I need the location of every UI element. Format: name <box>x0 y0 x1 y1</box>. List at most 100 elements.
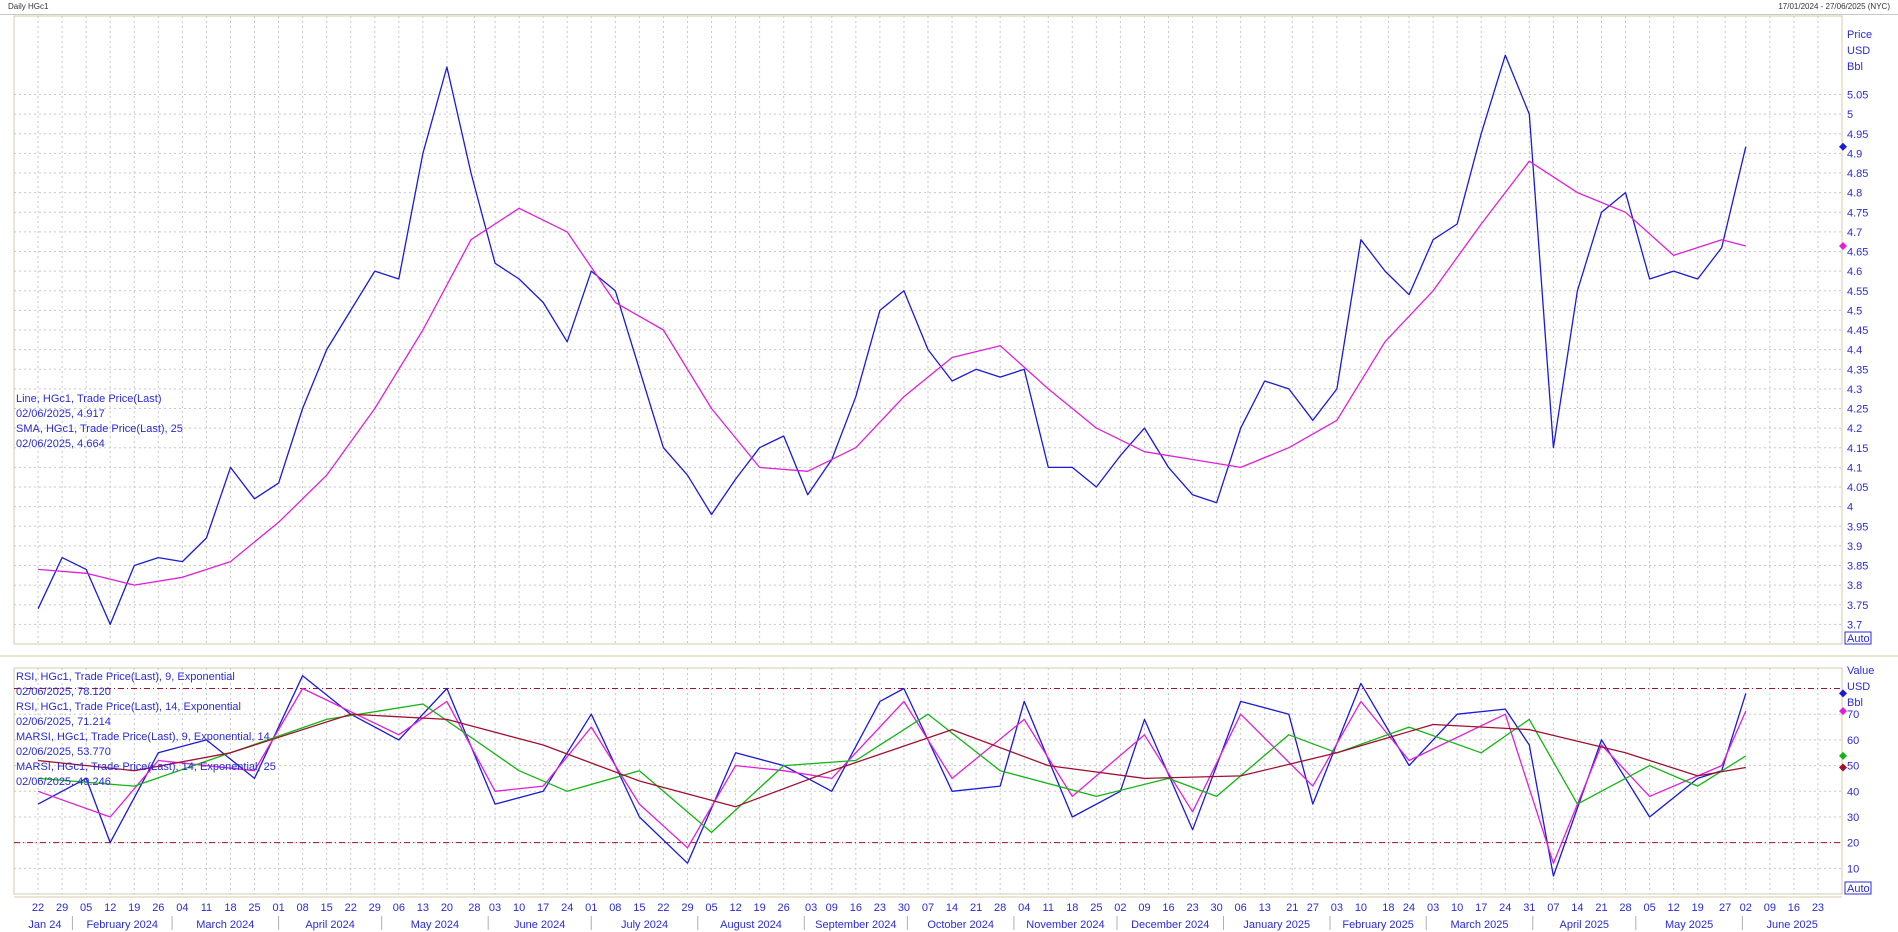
x-tick-label: 05 <box>80 902 92 914</box>
y-tick-label: 60 <box>1847 735 1859 747</box>
x-tick-label: 17 <box>537 902 549 914</box>
y-tick-label: 4.45 <box>1847 325 1868 337</box>
x-tick-label: 09 <box>826 902 838 914</box>
x-tick-label: 18 <box>224 902 236 914</box>
x-tick-label: 18 <box>1066 902 1078 914</box>
last-value-marker <box>1839 689 1847 698</box>
x-month-label: March 2025 <box>1450 919 1508 931</box>
y-tick-label: 10 <box>1847 863 1859 875</box>
x-tick-label: 18 <box>1382 902 1394 914</box>
last-value-marker <box>1839 763 1847 772</box>
x-tick-label: 21 <box>1595 902 1607 914</box>
window-title-bar: Daily HGc1 17/01/2024 - 27/06/2025 (NYC) <box>0 0 1898 15</box>
x-tick-label: 08 <box>609 902 621 914</box>
x-tick-label: 25 <box>1090 902 1102 914</box>
x-tick-label: 27 <box>1719 902 1731 914</box>
x-month-label: November 2024 <box>1026 919 1104 931</box>
y-tick-label: 4.15 <box>1847 443 1868 455</box>
x-tick-label: 01 <box>272 902 284 914</box>
y-tick-label: 3.85 <box>1847 561 1868 573</box>
x-tick-label: 21 <box>970 902 982 914</box>
y-tick-label: 4.9 <box>1847 148 1862 160</box>
axis-unit-label: Bbl <box>1847 61 1863 73</box>
legend-last-value: 02/06/2025, 4.664 <box>16 438 105 450</box>
x-tick-label: 22 <box>345 902 357 914</box>
axis-unit-label: USD <box>1847 681 1870 693</box>
auto-scale-label: Auto <box>1847 633 1870 645</box>
y-tick-label: 50 <box>1847 761 1859 773</box>
y-tick-label: 4.95 <box>1847 129 1868 141</box>
y-tick-label: 4.75 <box>1847 207 1868 219</box>
x-tick-label: 06 <box>393 902 405 914</box>
x-tick-label: 02 <box>1740 902 1752 914</box>
legend-last-value: 02/06/2025, 49.246 <box>16 776 111 788</box>
series-line <box>38 703 1747 834</box>
x-tick-label: 10 <box>513 902 525 914</box>
x-tick-label: 04 <box>1018 902 1030 914</box>
x-month-label: May 2024 <box>411 919 459 931</box>
legend-last-value: 02/06/2025, 71.214 <box>16 716 111 728</box>
x-tick-label: 29 <box>56 902 68 914</box>
legend: Line, HGc1, Trade Price(Last) 02/06/2025,… <box>16 393 276 788</box>
x-tick-label: 15 <box>633 902 645 914</box>
legend-series-name: MARSI, HGc1, Trade Price(Last), 9, Expon… <box>16 731 270 743</box>
y-tick-label: 40 <box>1847 786 1859 798</box>
x-tick-label: 07 <box>1547 902 1559 914</box>
chart-area[interactable]: 3.7 3.75 3.8 3.85 3.9 3.95 4 4.05 4.1 4.15 4.2 4.25… <box>0 14 1898 932</box>
axis-unit-label: USD <box>1847 45 1870 57</box>
y-tick-label: 4.5 <box>1847 305 1862 317</box>
x-tick-label: 12 <box>729 902 741 914</box>
x-month-label: April 2025 <box>1560 919 1610 931</box>
y-tick-label: 4.2 <box>1847 423 1862 435</box>
legend-series-name: MARSI, HGc1, Trade Price(Last), 14, Expo… <box>16 761 276 773</box>
legend-series-name: RSI, HGc1, Trade Price(Last), 9, Exponen… <box>16 671 235 683</box>
x-tick-label: 30 <box>1211 902 1223 914</box>
series-line <box>37 54 1747 626</box>
y-tick-label: 3.7 <box>1847 619 1862 631</box>
y-tick-label: 4.55 <box>1847 286 1868 298</box>
series-line <box>38 160 1746 586</box>
x-tick-label: 14 <box>946 902 958 914</box>
x-tick-label: 05 <box>1643 902 1655 914</box>
y-tick-label: 4.85 <box>1847 168 1868 180</box>
x-month-label: June 2024 <box>514 919 565 931</box>
x-month-label: September 2024 <box>815 919 896 931</box>
x-tick-label: 03 <box>489 902 501 914</box>
x-tick-label: 30 <box>898 902 910 914</box>
x-tick-label: 16 <box>1162 902 1174 914</box>
y-tick-label: 3.75 <box>1847 600 1868 612</box>
y-tick-label: 20 <box>1847 838 1859 850</box>
x-tick-label: 03 <box>1427 902 1439 914</box>
oscillator-panel-frame <box>13 667 1843 895</box>
panel-frames <box>0 15 1898 895</box>
x-tick-label: 10 <box>1451 902 1463 914</box>
x-month-label: December 2024 <box>1131 919 1209 931</box>
x-tick-label: 10 <box>1355 902 1367 914</box>
series-line <box>38 713 1746 808</box>
x-tick-label: 28 <box>994 902 1006 914</box>
x-tick-label: 03 <box>805 902 817 914</box>
last-value-markers <box>1839 142 1847 772</box>
x-tick-label: 02 <box>1114 902 1126 914</box>
x-tick-label: 24 <box>1499 902 1511 914</box>
x-tick-label: 19 <box>128 902 140 914</box>
axis-unit-label: Bbl <box>1847 697 1863 709</box>
legend-last-value: 02/06/2025, 4.917 <box>16 408 105 420</box>
auto-scale-label: Auto <box>1847 883 1870 895</box>
x-tick-label: 23 <box>1186 902 1198 914</box>
x-month-label: August 2024 <box>720 919 782 931</box>
date-range: 17/01/2024 - 27/06/2025 (NYC) <box>1778 2 1890 11</box>
x-tick-label: 03 <box>1331 902 1343 914</box>
y-tick-label: 3.95 <box>1847 521 1868 533</box>
y-tick-label: 4.25 <box>1847 404 1868 416</box>
x-month-label: May 2025 <box>1665 919 1713 931</box>
price-panel-frame <box>13 15 1843 645</box>
x-month-label: April 2024 <box>305 919 355 931</box>
legend-last-value: 02/06/2025, 53.770 <box>16 746 111 758</box>
y-tick-label: 4.05 <box>1847 482 1868 494</box>
x-axis: 22 29 05 12 19 26 04 11 18 25 01 08 15 22 29 06 13 20 28 03… <box>14 896 1842 931</box>
x-tick-label: 24 <box>561 902 573 914</box>
series-line <box>37 675 1747 877</box>
y-tick-label: 3.8 <box>1847 580 1862 592</box>
x-month-label: February 2025 <box>1342 919 1414 931</box>
